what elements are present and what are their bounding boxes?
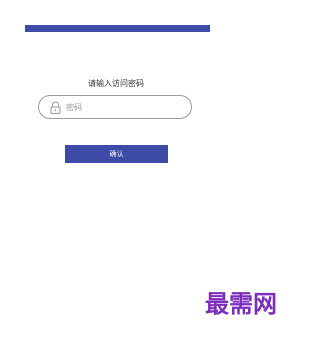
confirm-button[interactable]: 确认 <box>65 145 168 163</box>
lock-icon <box>47 99 63 115</box>
header-bar <box>25 25 210 32</box>
watermark-logo: 最需网 <box>205 289 277 318</box>
password-prompt: 请输入访问密码 <box>88 79 144 88</box>
password-field[interactable] <box>38 95 192 119</box>
password-input[interactable] <box>66 102 176 112</box>
